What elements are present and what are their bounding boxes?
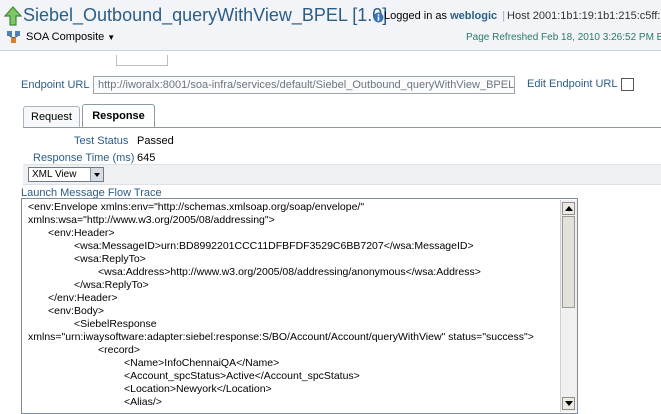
chevron-down-icon: ▼ xyxy=(107,33,116,42)
page-header: Siebel_Outbound_queryWithView_BPEL [1.0]… xyxy=(0,0,661,51)
view-toolbar xyxy=(23,164,661,185)
xml-line: </wsa:ReplyTo> xyxy=(74,279,149,291)
xml-response-textarea[interactable]: <env:Envelope xmlns:env="http://schemas.… xyxy=(21,198,578,414)
tab-response[interactable]: Response xyxy=(82,104,155,127)
scroll-stub xyxy=(116,55,168,66)
xml-line: <record> xyxy=(98,344,141,356)
xml-line: <Name>InfoChennaiQA</Name> xyxy=(124,357,280,369)
info-icon[interactable] xyxy=(373,12,384,23)
username: weblogic xyxy=(450,10,498,22)
xml-line: xmlns="urn:iwaysoftware:adapter:siebel:r… xyxy=(28,331,534,343)
soa-composite-menu-label: SOA Composite xyxy=(26,31,105,43)
soa-composite-icon xyxy=(7,31,20,43)
separator: | xyxy=(502,10,506,22)
xml-line: <SiebelResponse xyxy=(74,318,157,330)
xml-line: <Location>Newyork</Location> xyxy=(124,383,272,395)
green-up-arrow-icon[interactable] xyxy=(4,6,22,26)
xml-line: <wsa:MessageID>urn:BD8992201CCC11DFBFDF3… xyxy=(74,240,474,252)
endpoint-url-field[interactable]: http://iworalx:8001/soa-infra/services/d… xyxy=(93,76,515,94)
soa-composite-menu[interactable]: SOA Composite ▼ xyxy=(26,31,115,43)
page-refreshed-text: Page Refreshed Feb 18, 2010 3:26:52 PM E… xyxy=(466,32,661,43)
endpoint-url-label: Endpoint URL xyxy=(21,79,90,91)
view-select-value: XML View xyxy=(32,169,77,180)
xml-line: <wsa:Address>http://www.w3.org/2005/08/a… xyxy=(98,266,481,278)
response-time-label: Response Time (ms) xyxy=(33,152,135,164)
xml-line: <env:Envelope xmlns:env="http://schemas.… xyxy=(28,201,365,213)
logged-in-prefix: Logged in as xyxy=(384,10,447,22)
scrollbar-thumb[interactable] xyxy=(562,216,575,308)
xml-line: <Alias/> xyxy=(124,396,162,408)
xml-line: <wsa:ReplyTo> xyxy=(74,253,146,265)
page-title: Siebel_Outbound_queryWithView_BPEL [1.0] xyxy=(23,5,388,25)
xml-line: <env:Header> xyxy=(48,227,115,239)
tab-request[interactable]: Request xyxy=(23,106,80,127)
xml-content: <env:Envelope xmlns:env="http://schemas.… xyxy=(28,201,558,409)
response-time-value: 645 xyxy=(137,152,156,164)
vertical-scrollbar[interactable] xyxy=(560,200,577,412)
test-status-label: Test Status xyxy=(74,135,129,147)
host-info: Host 2001:1b1:19:1b1:215:c5ff: xyxy=(507,10,661,22)
test-status-value: Passed xyxy=(137,135,174,147)
xml-line: </env:Header> xyxy=(48,292,118,304)
edit-endpoint-label: Edit Endpoint URL xyxy=(527,78,618,90)
xml-line: xmlns:wsa="http://www.w3.org/2005/08/add… xyxy=(28,214,275,226)
xml-line: <Account_spcStatus>Active</Account_spcSt… xyxy=(124,370,360,382)
edit-endpoint-checkbox[interactable] xyxy=(621,78,634,91)
dropdown-arrow-icon[interactable] xyxy=(90,168,103,181)
scroll-down-arrow-icon[interactable] xyxy=(562,397,575,410)
login-info: Logged in as weblogic | Host 2001:1b1:19:… xyxy=(384,10,660,22)
xml-line: <env:Body> xyxy=(48,305,105,317)
scroll-up-arrow-icon[interactable] xyxy=(562,202,575,215)
tab-divider xyxy=(23,127,661,128)
view-select[interactable]: XML View xyxy=(28,167,104,182)
